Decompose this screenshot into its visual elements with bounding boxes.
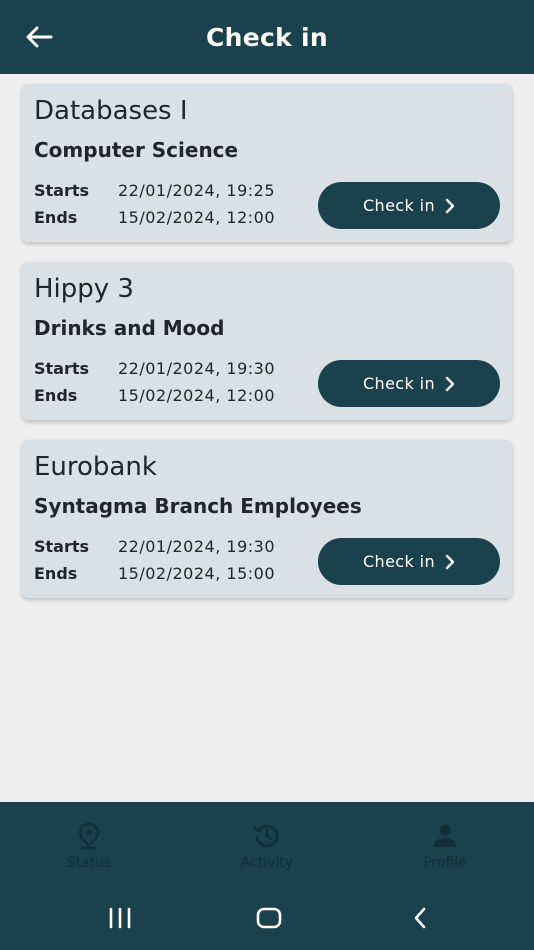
starts-row: Starts 22/01/2024, 19:30	[34, 537, 275, 556]
person-icon	[434, 824, 456, 847]
starts-value: 22/01/2024, 19:30	[118, 537, 275, 556]
event-list: Databases I Computer Science Starts 22/0…	[0, 74, 534, 802]
recents-icon	[109, 907, 131, 929]
starts-label: Starts	[34, 537, 90, 556]
check-in-button[interactable]: Check in	[318, 360, 500, 407]
nav-label-profile: Profile	[423, 855, 467, 871]
back-chevron-icon	[414, 907, 426, 929]
chevron-right-icon	[445, 376, 455, 391]
starts-row: Starts 22/01/2024, 19:25	[34, 181, 275, 200]
ends-row: Ends 15/02/2024, 12:00	[34, 208, 275, 227]
app-root: Check in Databases I Computer Science St…	[0, 0, 534, 950]
ends-value: 15/02/2024, 12:00	[118, 386, 275, 405]
nav-item-activity[interactable]: Activity	[178, 802, 356, 890]
starts-label: Starts	[34, 359, 90, 378]
arrow-left-icon	[26, 26, 53, 48]
event-title: Hippy 3	[34, 274, 134, 304]
home-button[interactable]	[249, 902, 289, 934]
starts-row: Starts 22/01/2024, 19:30	[34, 359, 275, 378]
check-in-button[interactable]: Check in	[318, 538, 500, 585]
ends-label: Ends	[34, 208, 78, 227]
nav-label-activity: Activity	[240, 855, 294, 871]
system-navigation-bar	[0, 890, 534, 950]
event-title: Eurobank	[34, 452, 157, 482]
ends-label: Ends	[34, 386, 78, 405]
event-subtitle: Drinks and Mood	[34, 316, 225, 340]
history-icon	[253, 824, 279, 848]
event-subtitle: Syntagma Branch Employees	[34, 494, 362, 518]
nav-item-status[interactable]: Status	[0, 802, 178, 890]
system-back-button[interactable]	[400, 902, 440, 934]
starts-label: Starts	[34, 181, 90, 200]
check-in-button-label: Check in	[362, 552, 436, 571]
nav-label-status: Status	[66, 855, 112, 871]
nav-item-profile[interactable]: Profile	[356, 802, 534, 890]
chevron-right-icon	[445, 198, 455, 213]
back-button[interactable]	[22, 21, 56, 53]
page-title: Check in	[205, 22, 329, 52]
event-title: Databases I	[34, 96, 188, 126]
location-pin-icon	[78, 822, 100, 850]
check-in-button[interactable]: Check in	[318, 182, 500, 229]
ends-label: Ends	[34, 564, 78, 583]
ends-row: Ends 15/02/2024, 12:00	[34, 386, 275, 405]
ends-value: 15/02/2024, 12:00	[118, 208, 275, 227]
recents-button[interactable]	[100, 902, 140, 934]
event-card: Hippy 3 Drinks and Mood Starts 22/01/202…	[22, 262, 512, 420]
event-card: Databases I Computer Science Starts 22/0…	[22, 84, 512, 242]
event-subtitle: Computer Science	[34, 138, 239, 162]
ends-row: Ends 15/02/2024, 15:00	[34, 564, 275, 583]
starts-value: 22/01/2024, 19:25	[118, 181, 275, 200]
event-card: Eurobank Syntagma Branch Employees Start…	[22, 440, 512, 598]
chevron-right-icon	[445, 554, 455, 569]
bottom-navigation: Status Activity Profile	[0, 802, 534, 890]
app-header: Check in	[0, 0, 534, 74]
starts-value: 22/01/2024, 19:30	[118, 359, 275, 378]
home-icon	[256, 907, 282, 929]
check-in-button-label: Check in	[362, 196, 436, 215]
check-in-button-label: Check in	[362, 374, 436, 393]
ends-value: 15/02/2024, 15:00	[118, 564, 275, 583]
